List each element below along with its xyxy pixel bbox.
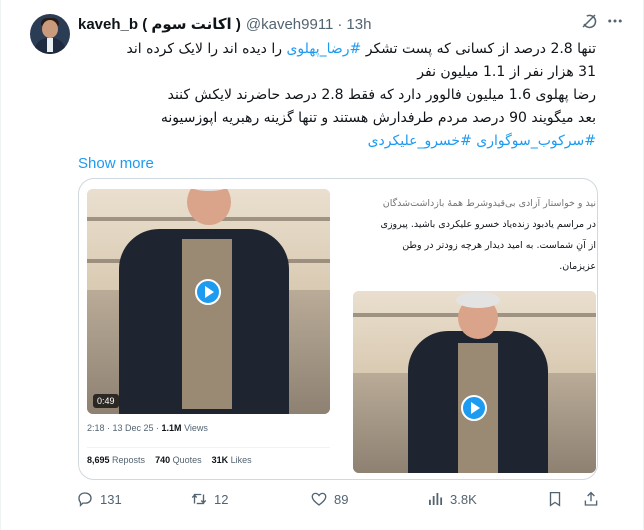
play-icon[interactable] (195, 279, 221, 305)
tweet-line-4: بعد میگویند 90 درصد مردم طرفدارش هستند و… (160, 110, 596, 126)
bookmark-icon (549, 491, 561, 507)
media-card[interactable]: 0:49 2:18 · 13 Dec 25 · 1.1M Views 8,695… (78, 178, 598, 480)
quoted-quotes[interactable]: 740 Quotes (155, 455, 202, 465)
retweet-icon (191, 493, 207, 505)
hashtag-sarkoob[interactable]: #سرکوب_سوگواری (476, 133, 596, 149)
bookmark-button[interactable] (546, 490, 564, 508)
views-icon (429, 493, 443, 505)
reply-count: 131 (100, 491, 122, 507)
tweet-time[interactable]: 13h (346, 16, 371, 33)
hashtag-khosro[interactable]: #خسرو_علیکردی (368, 133, 472, 149)
play-icon[interactable] (461, 395, 487, 421)
video-thumbnail-left[interactable]: 0:49 (87, 189, 330, 414)
like-count: 89 (334, 491, 349, 507)
tweet-header: kaveh_b ( اکانت سوم ) @kaveh9911 · 13h (78, 14, 371, 34)
reply-icon (78, 492, 92, 508)
hashtag-reza-pahlavi[interactable]: #رضا_پهلوی (286, 41, 361, 57)
show-more-link[interactable]: Show more (78, 155, 154, 172)
repost-button[interactable]: 12 (190, 490, 228, 508)
quoted-stats: 8,695 Reposts 740 Quotes 31K Likes (87, 455, 252, 465)
action-bar: 131 12 89 3.8K (76, 490, 606, 514)
like-icon (311, 492, 327, 506)
quoted-caption: نید و خواستار آزادی بی‌قیدوشرط همهٔ بازد… (353, 193, 596, 277)
tweet-line-2: 31 هزار نفر از 1.1 میلیون نفر (417, 64, 596, 80)
quoted-reposts[interactable]: 8,695 Reposts (87, 455, 145, 465)
separator-dot: · (337, 15, 343, 33)
caption-line: نید و خواستار آزادی بی‌قیدوشرط همهٔ بازد… (382, 198, 596, 209)
more-icon[interactable] (606, 12, 624, 30)
views-button[interactable]: 3.8K (426, 490, 477, 508)
caption-line: در مراسم یادبود زنده‌یاد خسرو علیکردی با… (380, 219, 596, 230)
quoted-tweet-preview: 0:49 2:18 · 13 Dec 25 · 1.1M Views 8,695… (87, 189, 596, 473)
grok-icon[interactable] (580, 12, 598, 30)
repost-count: 12 (214, 491, 229, 507)
video-duration: 0:49 (93, 394, 119, 408)
reply-button[interactable]: 131 (76, 490, 122, 508)
author-display-name[interactable]: kaveh_b ( اکانت سوم ) (78, 15, 241, 33)
tweet-line-3: رضا پهلوی 1.6 میلیون فالوور دارد که فقط … (167, 87, 596, 103)
share-button[interactable] (582, 490, 600, 508)
avatar[interactable] (30, 14, 70, 54)
video-thumbnail-right[interactable] (353, 291, 596, 473)
caption-line: از آنِ شماست. به امید دیدار هرچه زودتر د… (402, 240, 596, 251)
tweet-line-1: تنها 2.8 درصد از کسانی که پست تشکر #رضا_… (126, 41, 596, 57)
divider (87, 447, 330, 448)
caption-line: عزیزمان. (559, 261, 596, 272)
share-icon (584, 491, 598, 506)
top-right-icons (580, 12, 624, 30)
views-count: 3.8K (450, 491, 477, 507)
quoted-likes[interactable]: 31K Likes (212, 455, 252, 465)
like-button[interactable]: 89 (310, 490, 348, 508)
tweet-line-5: #سرکوب_سوگواری #خسرو_علیکردی (78, 130, 596, 153)
quoted-meta: 2:18 · 13 Dec 25 · 1.1M Views (87, 423, 208, 433)
author-handle[interactable]: @kaveh9911 (246, 16, 334, 33)
tweet-body: تنها 2.8 درصد از کسانی که پست تشکر #رضا_… (78, 38, 596, 153)
